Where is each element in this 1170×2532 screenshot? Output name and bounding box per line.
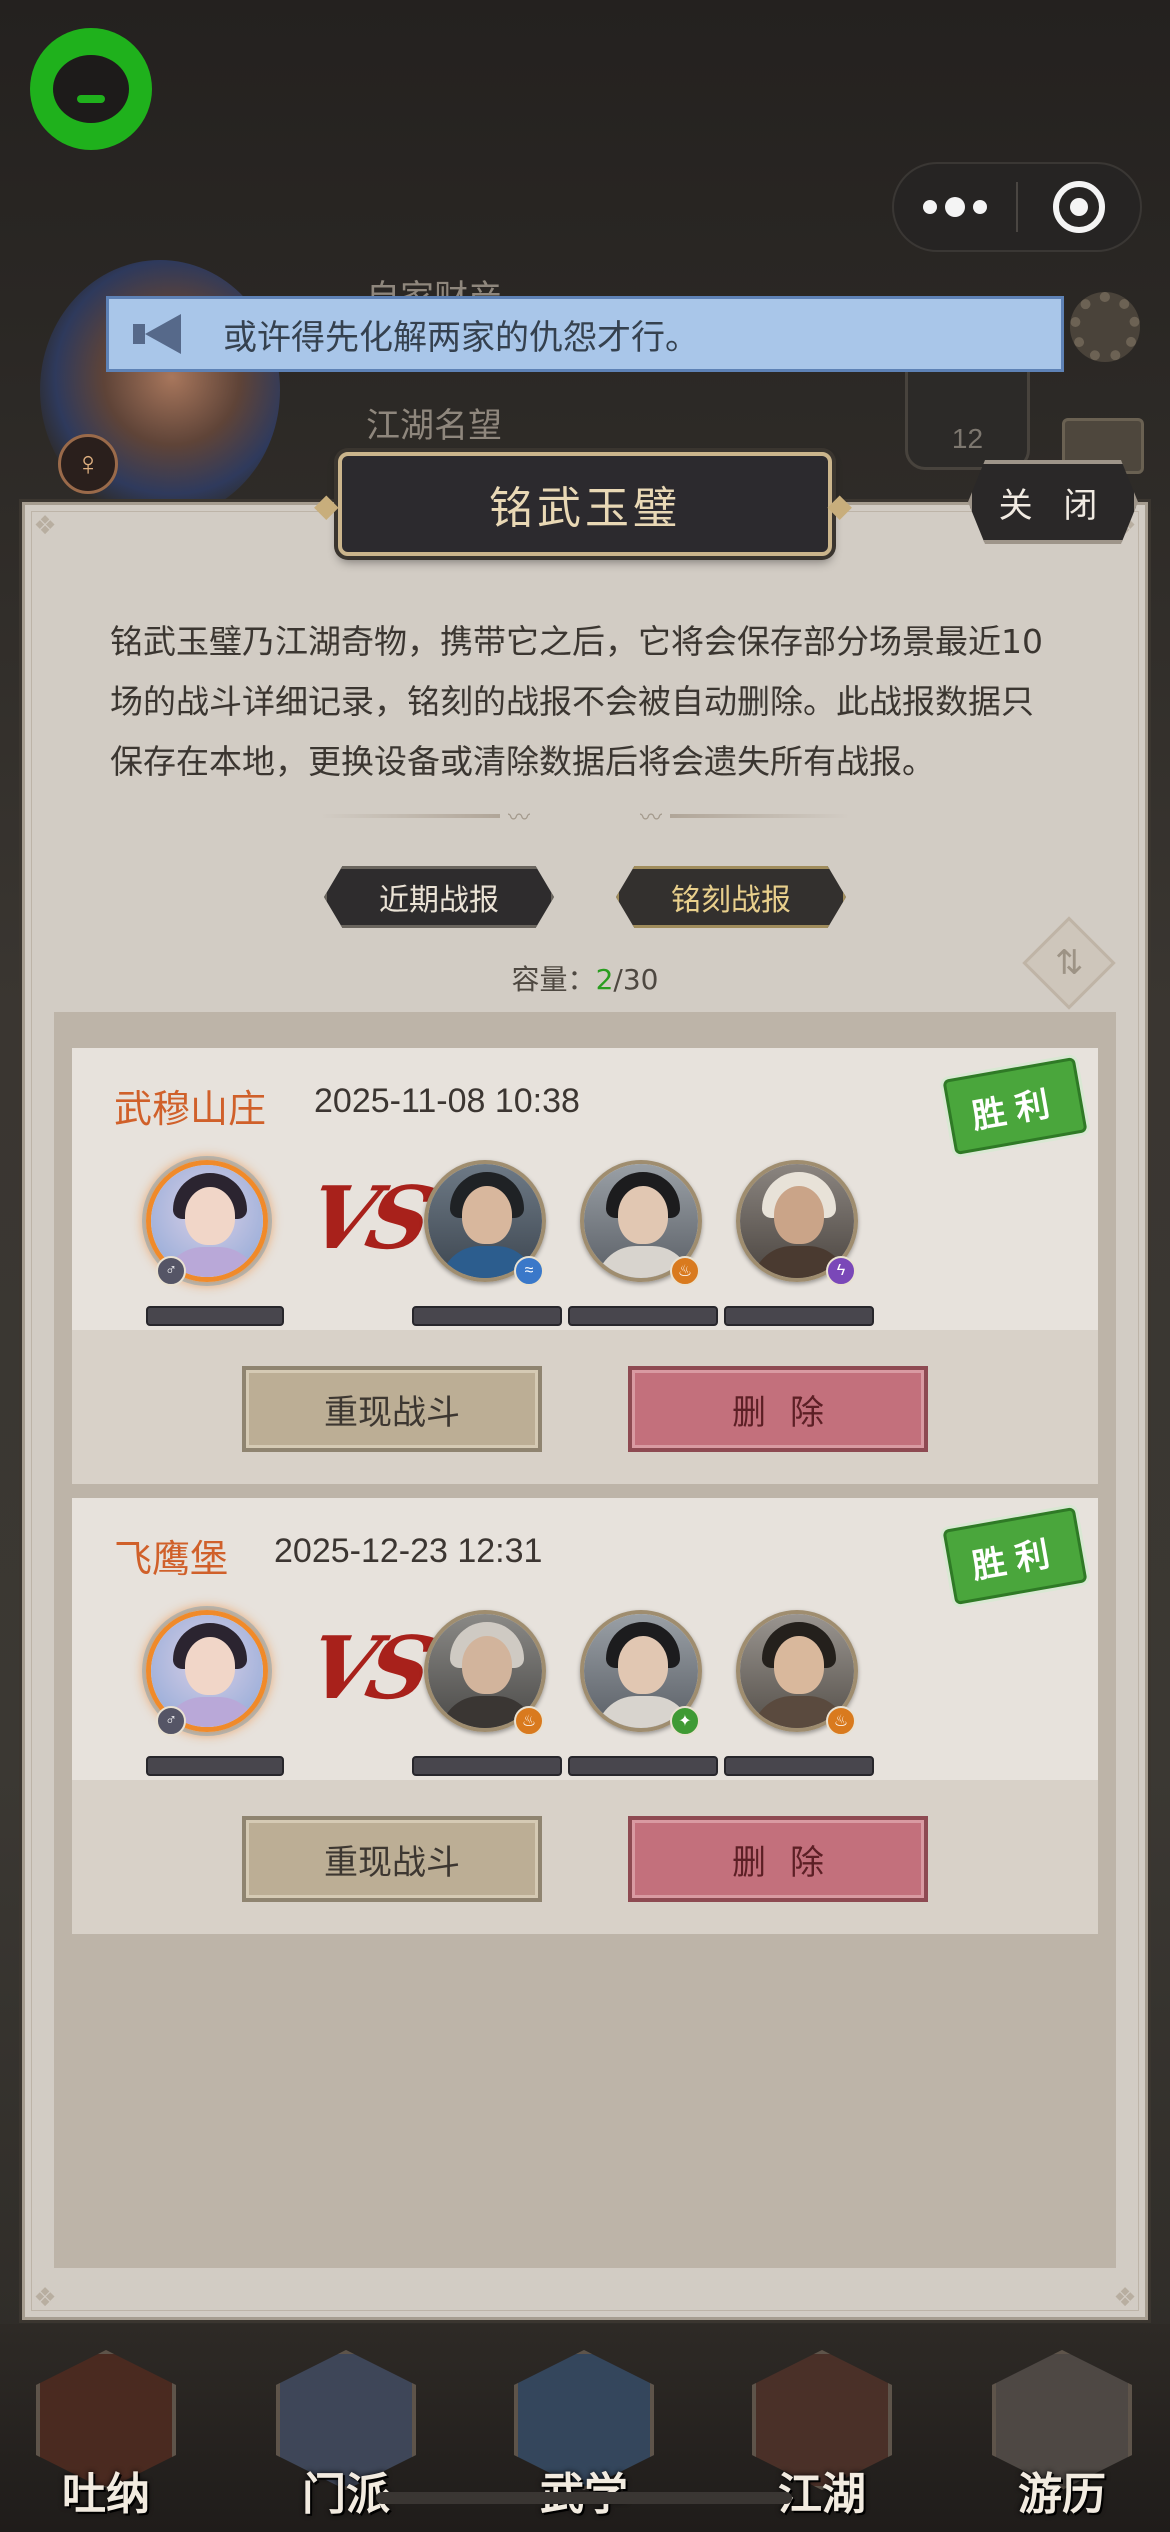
nav-label: 江湖	[778, 2469, 866, 2520]
fame-label: 江湖名望	[366, 406, 502, 446]
versus-icon: VS	[299, 1618, 434, 1719]
notice-text: 或许得先化解两家的仇怨才行。	[223, 317, 699, 358]
delete-report-button[interactable]: 删除	[628, 1366, 928, 1452]
tab-engraved-reports[interactable]: 铭刻战报	[616, 866, 846, 928]
capacity-label: 容量：	[511, 963, 596, 996]
miniprogram-capsule	[892, 162, 1142, 252]
corner-ornament-icon: ❖	[1113, 2282, 1137, 2312]
nav-item-meditation[interactable]: 吐纳	[26, 2340, 186, 2520]
app-logo-icon	[30, 28, 152, 150]
battle-location: 武穆山庄	[114, 1087, 267, 1131]
male-gender-icon: ♂	[156, 1256, 186, 1286]
divider-right: 〰	[640, 805, 850, 830]
enemy-name-bar	[568, 1756, 718, 1776]
water-element-icon: ≈	[514, 1256, 544, 1286]
fire-element-icon: ♨	[670, 1256, 700, 1286]
nav-label: 门派	[302, 2469, 390, 2520]
capacity-used: 2	[595, 963, 614, 996]
versus-icon: VS	[299, 1168, 434, 1269]
divider-left: 〰	[320, 805, 530, 830]
male-gender-icon: ♂	[156, 1706, 186, 1736]
level-badge-number: 12	[951, 423, 984, 454]
capacity-indicator: 容量：2/30	[0, 958, 1170, 998]
nav-label: 吐纳	[62, 2469, 150, 2520]
panel-title: 铭武玉璧	[314, 452, 856, 556]
home-indicator[interactable]	[376, 2492, 792, 2504]
refresh-icon: ⇅	[1054, 944, 1084, 982]
battle-datetime: 2025-12-23 12:31	[274, 1532, 543, 1570]
replay-battle-button[interactable]: 重现战斗	[242, 1366, 542, 1452]
megaphone-icon	[133, 314, 193, 354]
nav-label: 武学	[504, 2458, 664, 2522]
capacity-total: /30	[613, 963, 659, 996]
close-button[interactable]: 关 闭	[968, 460, 1138, 544]
gender-icon: ♀	[58, 434, 118, 494]
thunder-element-icon: ϟ	[826, 1256, 856, 1286]
wood-element-icon: ✦	[670, 1706, 700, 1736]
replay-battle-button[interactable]: 重现战斗	[242, 1816, 542, 1902]
enemy-name-bar	[412, 1756, 562, 1776]
enemy-name-bar	[724, 1306, 874, 1326]
settings-gear-icon[interactable]	[1070, 292, 1140, 362]
tab-recent-reports[interactable]: 近期战报	[324, 866, 554, 928]
more-options-icon[interactable]	[894, 164, 1016, 250]
battle-report-card: 武穆山庄 2025-11-08 10:38 胜利 ♂ VS ≈ ♨ ϟ 重现战斗…	[72, 1048, 1098, 1484]
fire-element-icon: ♨	[826, 1706, 856, 1736]
player-name-bar	[146, 1306, 284, 1326]
battle-datetime: 2025-11-08 10:38	[314, 1082, 580, 1120]
player-name-bar	[146, 1756, 284, 1776]
corner-ornament-icon: ❖	[33, 2282, 57, 2312]
notice-banner: 或许得先化解两家的仇怨才行。	[106, 296, 1064, 372]
enemy-name-bar	[724, 1756, 874, 1776]
delete-report-button[interactable]: 删除	[628, 1816, 928, 1902]
nav-label: 游历	[1018, 2469, 1106, 2520]
battle-location: 飞鹰堡	[114, 1537, 229, 1581]
panel-description: 铭武玉璧乃江湖奇物，携带它之后，它将会保存部分场景最近10场的战斗详细记录，铭刻…	[110, 622, 1043, 781]
enemy-name-bar	[412, 1306, 562, 1326]
battle-report-card: 飞鹰堡 2025-12-23 12:31 胜利 ♂ VS ♨ ✦ ♨ 重现战斗 …	[72, 1498, 1098, 1934]
nav-item-travel[interactable]: 游历	[982, 2340, 1142, 2520]
corner-ornament-icon: ❖	[33, 510, 57, 540]
enemy-name-bar	[568, 1306, 718, 1326]
close-miniprogram-icon[interactable]	[1018, 164, 1140, 250]
fire-element-icon: ♨	[514, 1706, 544, 1736]
